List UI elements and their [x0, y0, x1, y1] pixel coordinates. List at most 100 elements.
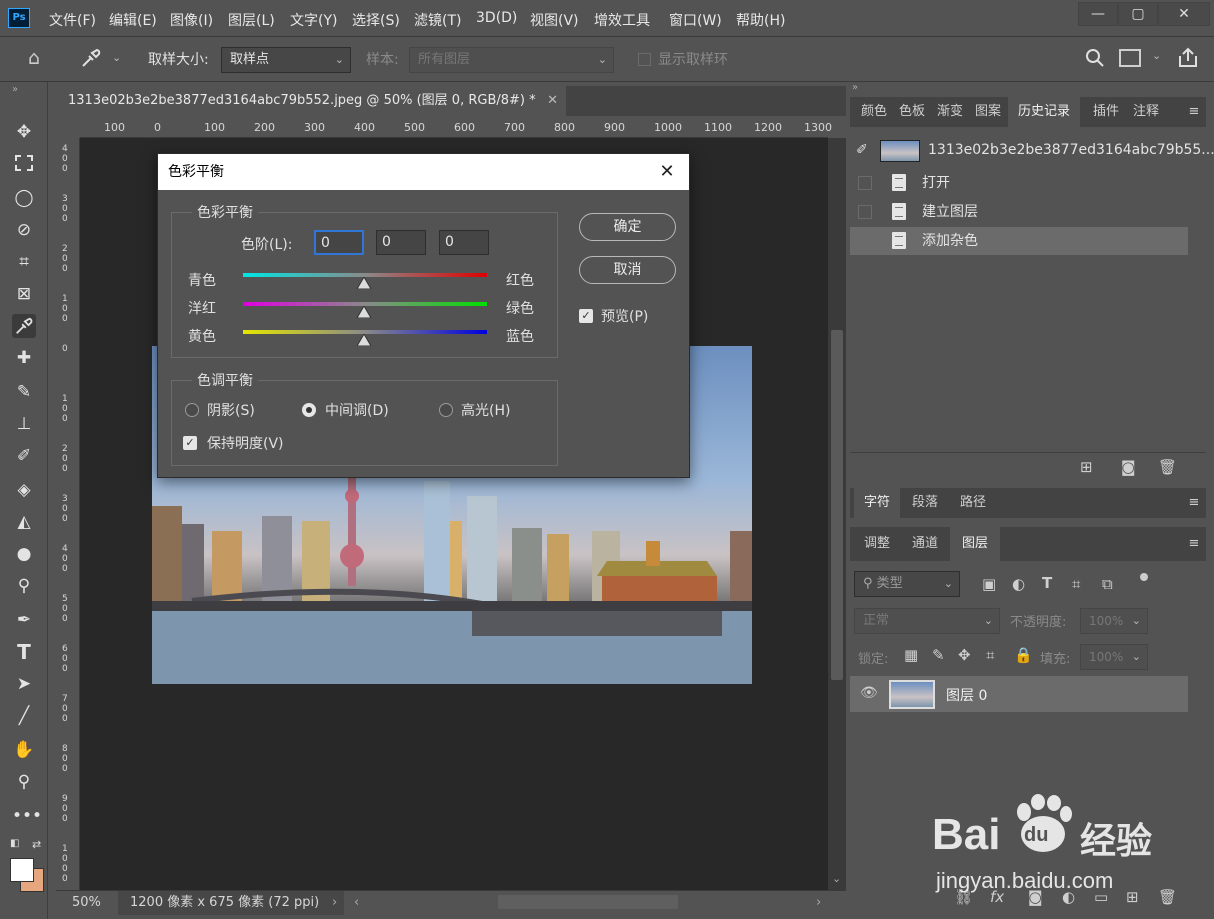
tab-character[interactable]: 字符: [854, 488, 900, 518]
frame-tool-icon[interactable]: ⊠: [12, 282, 36, 306]
trash-icon[interactable]: 🗑: [1158, 458, 1177, 476]
foreground-color-swatch[interactable]: [10, 858, 34, 882]
tab-plugins[interactable]: 插件: [1084, 97, 1128, 127]
menu-type[interactable]: 文字(Y): [290, 10, 337, 30]
move-tool-icon[interactable]: ✥: [12, 120, 36, 144]
smart-object-filter-icon[interactable]: ⧉: [1102, 575, 1113, 593]
history-item-active[interactable]: 添加杂色: [850, 227, 1188, 255]
maximize-button[interactable]: ▢: [1118, 2, 1158, 26]
cancel-button[interactable]: 取消: [579, 256, 676, 284]
snapshot-name[interactable]: 1313e02b3e2be3877ed3164abc79b55...: [928, 142, 1214, 158]
healing-brush-tool-icon[interactable]: ✚: [12, 346, 36, 370]
history-brush-tool-icon[interactable]: ✐: [12, 444, 36, 468]
blend-mode-select[interactable]: 正常 ⌄: [854, 608, 1000, 634]
default-colors-icon[interactable]: ◧: [10, 838, 19, 849]
sample-size-select[interactable]: 取样点 ⌄: [221, 47, 351, 73]
zoom-tool-icon[interactable]: ⚲: [12, 770, 36, 794]
home-icon[interactable]: ⌂: [28, 47, 52, 69]
tab-layers[interactable]: 图层: [950, 527, 1000, 561]
search-icon[interactable]: [1084, 47, 1106, 69]
level-yellow-blue-input[interactable]: 0: [439, 230, 489, 255]
zoom-level[interactable]: 50%: [72, 895, 101, 910]
tab-adjustments[interactable]: 调整: [854, 527, 900, 561]
lock-all-icon[interactable]: 🔒: [1014, 646, 1033, 664]
line-tool-icon[interactable]: ╱: [12, 704, 36, 728]
horizontal-scroll-thumb[interactable]: [498, 895, 678, 909]
pen-tool-icon[interactable]: ✒: [12, 608, 36, 632]
lock-artboard-icon[interactable]: ⌗: [986, 646, 994, 664]
lock-position-icon[interactable]: ✥: [958, 646, 971, 664]
share-icon[interactable]: [1176, 46, 1200, 70]
close-window-button[interactable]: ✕: [1158, 2, 1210, 26]
minimize-button[interactable]: —: [1078, 2, 1118, 26]
opacity-input[interactable]: 100% ⌄: [1080, 608, 1148, 634]
scroll-left-icon[interactable]: ‹: [354, 895, 359, 910]
close-icon[interactable]: ✕: [657, 162, 677, 182]
eyedropper-tool-icon[interactable]: [12, 314, 36, 338]
shadows-radio[interactable]: [185, 403, 199, 417]
fill-input[interactable]: 100% ⌄: [1080, 644, 1148, 670]
menu-window[interactable]: 窗口(W): [669, 10, 722, 30]
tab-patterns[interactable]: 图案: [970, 97, 1006, 127]
menu-image[interactable]: 图像(I): [170, 10, 213, 30]
tab-color[interactable]: 颜色: [856, 97, 892, 127]
level-cyan-red-input[interactable]: 0: [314, 230, 364, 255]
layer-name[interactable]: 图层 0: [946, 685, 987, 705]
lock-image-icon[interactable]: ✎: [932, 646, 945, 664]
tab-paragraph[interactable]: 段落: [902, 488, 948, 518]
highlights-radio[interactable]: [439, 403, 453, 417]
adjustment-filter-icon[interactable]: ◐: [1012, 575, 1025, 593]
menu-select[interactable]: 选择(S): [352, 10, 400, 30]
history-brush-source-icon[interactable]: ✐: [856, 142, 868, 158]
chevron-down-icon[interactable]: ⌄: [1152, 49, 1161, 62]
brush-tool-icon[interactable]: ✎: [12, 380, 36, 404]
ok-button[interactable]: 确定: [579, 213, 676, 241]
level-magenta-green-input[interactable]: 0: [376, 230, 426, 255]
type-filter-icon[interactable]: T: [1042, 574, 1052, 592]
quick-selection-tool-icon[interactable]: ⊘: [12, 218, 36, 242]
chevron-right-icon[interactable]: ›: [332, 895, 337, 910]
history-item[interactable]: 建立图层: [850, 198, 1188, 226]
paint-bucket-tool-icon[interactable]: ◭: [12, 510, 36, 534]
tab-gradients[interactable]: 渐变: [932, 97, 968, 127]
shape-filter-icon[interactable]: ⌗: [1072, 575, 1080, 593]
eraser-tool-icon[interactable]: ◈: [12, 478, 36, 502]
panel-menu-icon[interactable]: ≡: [1184, 527, 1204, 561]
vertical-scroll-thumb[interactable]: [831, 330, 843, 680]
new-document-from-state-icon[interactable]: ⊞: [1080, 458, 1093, 476]
workspace-icon[interactable]: [1119, 49, 1141, 67]
filter-toggle-icon[interactable]: [1140, 573, 1148, 581]
lock-transparent-icon[interactable]: ▦: [904, 646, 918, 664]
menu-filter[interactable]: 滤镜(T): [414, 10, 461, 30]
pixel-filter-icon[interactable]: ▣: [982, 575, 996, 593]
scroll-right-icon[interactable]: ›: [816, 895, 821, 910]
collapse-panels-icon[interactable]: »: [852, 82, 858, 93]
menu-edit[interactable]: 编辑(E): [109, 10, 157, 30]
type-tool-icon[interactable]: T: [12, 640, 36, 664]
cyan-red-slider-thumb[interactable]: [357, 277, 371, 289]
preview-checkbox[interactable]: ✓: [579, 309, 593, 323]
menu-help[interactable]: 帮助(H): [736, 10, 785, 30]
midtones-radio[interactable]: [302, 403, 316, 417]
menu-3d[interactable]: 3D(D): [476, 10, 517, 26]
clone-stamp-tool-icon[interactable]: ⊥: [12, 412, 36, 436]
crop-tool-icon[interactable]: ⌗: [12, 250, 36, 274]
eyedropper-icon[interactable]: [80, 47, 106, 71]
tab-notes[interactable]: 注释: [1128, 97, 1164, 127]
layer-filter-select[interactable]: ⚲ 类型 ⌄: [854, 571, 960, 597]
tab-history[interactable]: 历史记录: [1008, 97, 1080, 127]
tab-path[interactable]: 路径: [950, 488, 996, 518]
show-ring-checkbox[interactable]: [638, 53, 651, 66]
swap-colors-icon[interactable]: ⇄: [32, 838, 41, 851]
dodge-tool-icon[interactable]: ⚲: [12, 574, 36, 598]
history-item[interactable]: 打开: [850, 169, 1188, 197]
panel-menu-icon[interactable]: ≡: [1184, 97, 1204, 127]
document-tab[interactable]: 1313e02b3e2be3877ed3164abc79b552.jpeg @ …: [56, 86, 566, 116]
tab-swatches[interactable]: 色板: [894, 97, 930, 127]
preserve-luminosity-checkbox[interactable]: ✓: [183, 436, 197, 450]
layer-thumbnail[interactable]: [889, 680, 935, 709]
chevron-down-icon[interactable]: ⌄: [112, 51, 121, 64]
hand-tool-icon[interactable]: ✋: [12, 738, 36, 762]
menu-plugins[interactable]: 增效工具: [594, 10, 650, 30]
more-tools-icon[interactable]: •••: [12, 804, 42, 828]
